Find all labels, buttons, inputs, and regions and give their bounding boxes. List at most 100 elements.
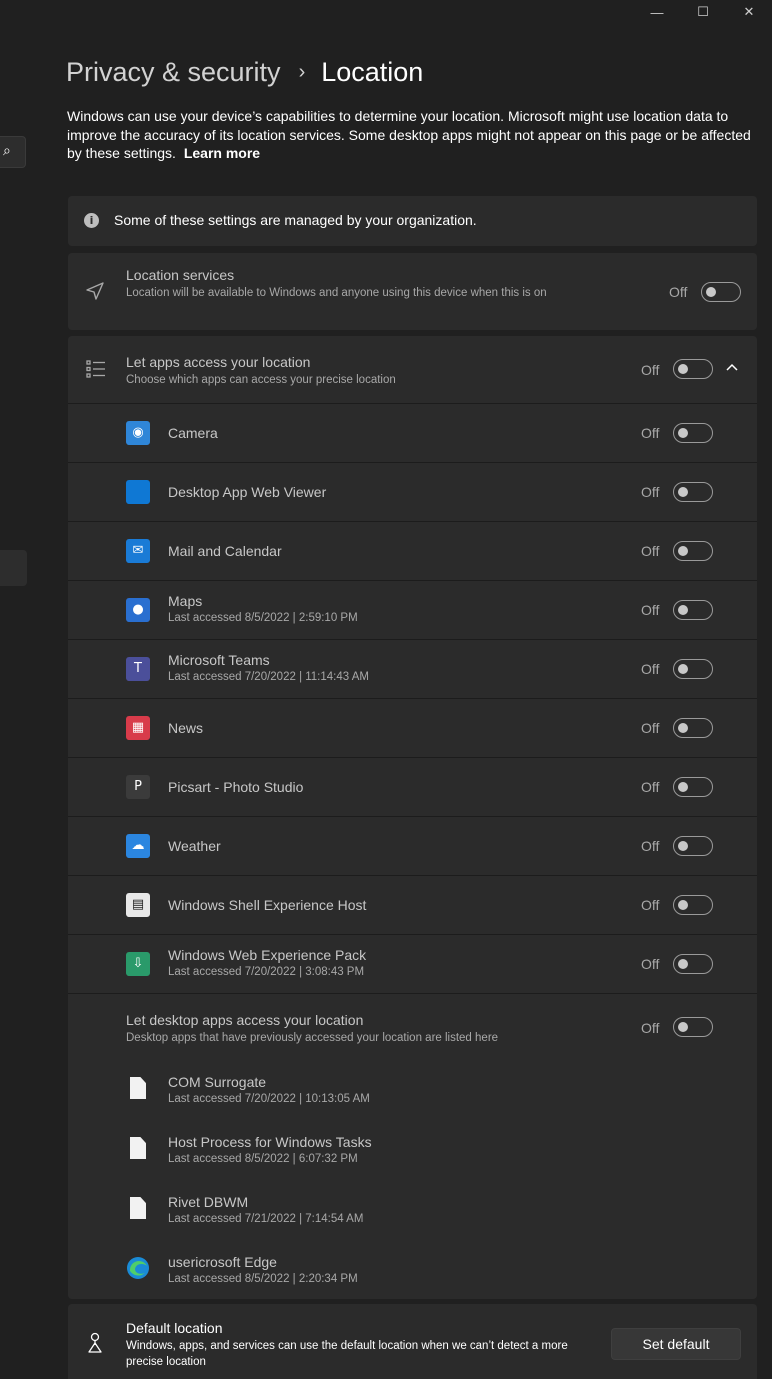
chevron-right-icon: › <box>298 60 306 83</box>
app-row: ⇩ Windows Web Experience Pack Last accesse… <box>68 935 757 994</box>
apps-access-state: Off <box>641 362 660 378</box>
mail-icon: ✉ <box>126 539 150 563</box>
app-name: Maps <box>168 593 203 609</box>
app-toggle[interactable] <box>673 718 713 738</box>
edge-icon <box>127 1257 149 1279</box>
app-toggle[interactable] <box>673 423 713 443</box>
app-toggle[interactable] <box>673 600 713 620</box>
app-row: T Microsoft Teams Last accessed 7/20/2022 … <box>68 640 757 699</box>
apps-access-card: Let apps access your location Choose whi… <box>68 336 757 1299</box>
file-icon <box>130 1197 146 1219</box>
desktop-app-row: COM Surrogate Last accessed 7/20/2022 | 1… <box>68 1062 757 1122</box>
app-toggle[interactable] <box>673 659 713 679</box>
app-name: Picsart - Photo Studio <box>168 779 304 795</box>
desktop-app-row: Rivet DBWM Last accessed 7/21/2022 | 7:14… <box>68 1182 757 1242</box>
app-name: Desktop App Web Viewer <box>168 484 327 500</box>
app-name: Microsoft Teams <box>168 652 270 668</box>
maximize-icon: ☐ <box>697 4 709 19</box>
apps-access-title: Let apps access your location <box>126 354 311 370</box>
default-location-subtitle: Windows, apps, and services can use the … <box>126 1340 568 1368</box>
desktop-apps-title: Let desktop apps access your location <box>126 1012 364 1028</box>
app-row: ✉ Mail and Calendar Off <box>68 522 757 581</box>
web-viewer-icon <box>126 480 150 504</box>
app-state: Off <box>641 720 660 736</box>
camera-icon: ◉ <box>126 421 150 445</box>
news-icon: ▦ <box>126 716 150 740</box>
app-row: ☁ Weather Off <box>68 817 757 876</box>
set-default-button[interactable]: Set default <box>611 1328 741 1360</box>
app-state: Off <box>641 425 660 441</box>
app-state: Off <box>641 661 660 677</box>
shell-host-icon: ▤ <box>126 893 150 917</box>
app-state: Off <box>641 484 660 500</box>
app-state: Off <box>641 897 660 913</box>
app-state: Off <box>641 779 660 795</box>
navigation-pane <box>0 0 28 1379</box>
maps-icon: ● <box>126 598 150 622</box>
sidebar-item-selected[interactable] <box>0 550 27 586</box>
desktop-app-last-accessed: Last accessed 8/5/2022 | 6:07:32 PM <box>168 1153 358 1165</box>
app-name: Camera <box>168 425 218 441</box>
chevron-up-icon[interactable] <box>726 363 738 371</box>
breadcrumb: Privacy & security › Location <box>66 52 423 92</box>
desktop-apps-header: Let desktop apps access your location De… <box>68 994 757 1064</box>
app-last-accessed: Last accessed 7/20/2022 | 3:08:43 PM <box>168 966 365 978</box>
web-experience-icon: ⇩ <box>126 952 150 976</box>
app-toggle[interactable] <box>673 777 713 797</box>
close-button[interactable]: ✕ <box>726 0 772 24</box>
desktop-app-last-accessed: Last accessed 7/20/2022 | 10:13:05 AM <box>168 1093 370 1105</box>
app-toggle[interactable] <box>673 895 713 915</box>
weather-icon: ☁ <box>126 834 150 858</box>
desktop-app-name: COM Surrogate <box>168 1074 267 1090</box>
desktop-app-name: usericrosoft Edge <box>168 1254 277 1270</box>
default-location-title: Default location <box>126 1320 223 1336</box>
app-toggle[interactable] <box>673 482 713 502</box>
app-name: Windows Shell Experience Host <box>168 897 367 913</box>
location-services-state: Off <box>669 284 688 300</box>
desktop-app-last-accessed: Last accessed 8/5/2022 | 2:20:34 PM <box>168 1273 358 1285</box>
app-state: Off <box>641 838 660 854</box>
close-icon: ✕ <box>743 4 755 19</box>
app-row: ● Maps Last accessed 8/5/2022 | 2:59:10 PM… <box>68 581 757 640</box>
location-services-subtitle: Location will be available to Windows an… <box>126 287 547 299</box>
banner-text: Some of these settings are managed by yo… <box>114 212 477 228</box>
desktop-apps-toggle[interactable] <box>673 1017 713 1037</box>
app-name: Windows Web Experience Pack <box>168 947 367 963</box>
minimize-icon: — <box>650 4 664 20</box>
person-pin-icon <box>88 1332 102 1353</box>
apps-access-toggle[interactable] <box>673 359 713 379</box>
app-state: Off <box>641 602 660 618</box>
default-location-card: Default location Windows, apps, and serv… <box>68 1304 757 1379</box>
app-name: News <box>168 720 204 736</box>
maximize-button[interactable]: ☐ <box>680 0 726 24</box>
picsart-icon: P <box>126 775 150 799</box>
apps-access-header[interactable]: Let apps access your location Choose whi… <box>68 336 757 404</box>
app-toggle[interactable] <box>673 836 713 856</box>
desktop-app-last-accessed: Last accessed 7/21/2022 | 7:14:54 AM <box>168 1213 364 1225</box>
apps-access-subtitle: Choose which apps can access your precis… <box>126 374 396 386</box>
desktop-app-row: usericrosoft Edge Last accessed 8/5/2022 … <box>68 1242 757 1302</box>
window-controls: — ☐ ✕ <box>634 0 772 24</box>
app-toggle[interactable] <box>673 954 713 974</box>
app-row: P Picsart - Photo Studio Off <box>68 758 757 817</box>
app-name: Weather <box>168 838 221 854</box>
app-state: Off <box>641 956 660 972</box>
app-state: Off <box>641 543 660 559</box>
breadcrumb-parent-link[interactable]: Privacy & security <box>66 57 281 88</box>
desktop-app-row: Host Process for Windows Tasks Last acces… <box>68 1122 757 1182</box>
location-services-title: Location services <box>126 267 235 283</box>
location-services-toggle[interactable] <box>701 282 741 302</box>
file-icon <box>130 1077 146 1099</box>
list-icon <box>86 360 105 378</box>
app-row: ▦ News Off <box>68 699 757 758</box>
file-icon <box>130 1137 146 1159</box>
search-box[interactable]: ⌕ <box>0 136 26 168</box>
description-text: Windows can use your device’s capabiliti… <box>67 108 751 161</box>
app-name: Mail and Calendar <box>168 543 282 559</box>
minimize-button[interactable]: — <box>634 0 680 24</box>
app-last-accessed: Last accessed 7/20/2022 | 11:14:43 AM <box>168 671 369 683</box>
app-toggle[interactable] <box>673 541 713 561</box>
app-row: Desktop App Web Viewer Off <box>68 463 757 522</box>
learn-more-link[interactable]: Learn more <box>184 145 260 161</box>
page-description: Windows can use your device’s capabiliti… <box>67 107 757 163</box>
